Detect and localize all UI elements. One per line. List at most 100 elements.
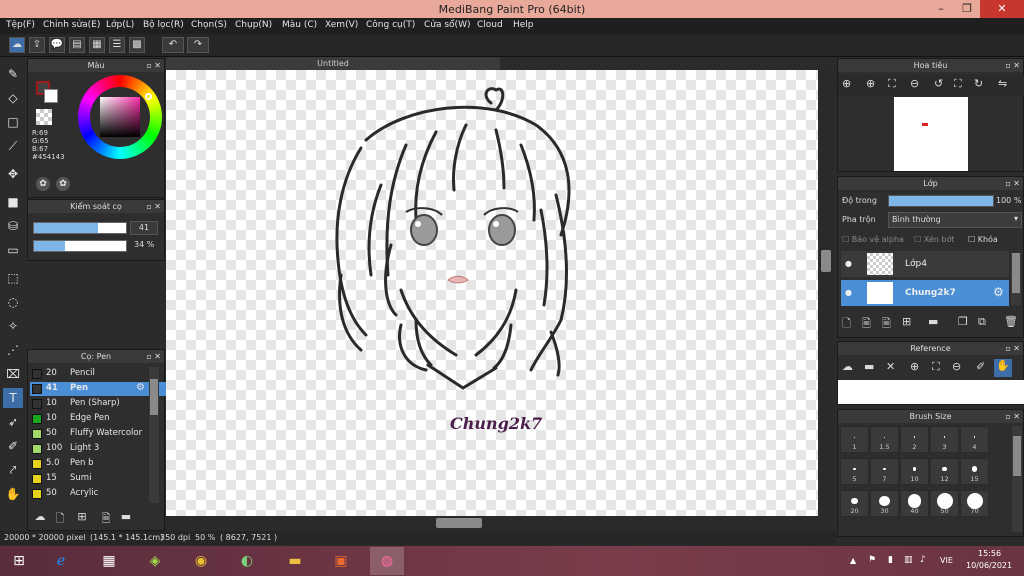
blend-mode-select[interactable]: Bình thường ▾ bbox=[888, 212, 1022, 228]
duplicate-layer-icon[interactable]: ❐ bbox=[958, 315, 968, 328]
tray-date[interactable]: 10/06/2021 bbox=[966, 561, 1012, 570]
windows-start-icon[interactable]: ⊞ bbox=[4, 549, 34, 573]
canvas-vertical-scroll-thumb[interactable] bbox=[821, 250, 831, 272]
file-explorer-icon[interactable]: ▬ bbox=[280, 549, 310, 573]
stack-app-icon[interactable]: ◈ bbox=[140, 549, 170, 573]
document-icon[interactable]: ▦ bbox=[89, 37, 105, 53]
powerpoint-icon[interactable]: ▣ bbox=[326, 549, 356, 573]
new-layer-icon[interactable]: 🗋 bbox=[842, 315, 851, 334]
operation-tool-icon[interactable]: ➶ bbox=[3, 412, 23, 432]
zoom-out-icon[interactable]: ⊖ bbox=[952, 360, 961, 373]
folder-icon[interactable]: ▬ bbox=[928, 315, 938, 328]
close-button[interactable]: ✕ bbox=[980, 0, 1024, 18]
visibility-icon[interactable]: ● bbox=[845, 259, 852, 268]
new-halftone-layer-icon[interactable]: 🗎 bbox=[862, 315, 871, 334]
brush-size-cell[interactable]: 20 bbox=[840, 490, 869, 517]
bucket-tool-icon[interactable]: ⛁ bbox=[3, 216, 23, 236]
magic-wand-icon[interactable]: ✧ bbox=[3, 316, 23, 336]
menu-file[interactable]: Tệp(F) bbox=[6, 20, 35, 30]
rectangle-tool-icon[interactable]: □ bbox=[3, 112, 23, 132]
tray-time[interactable]: 15:56 bbox=[978, 549, 1001, 558]
tray-flag-icon[interactable]: ⚑ bbox=[868, 555, 876, 565]
menu-layer[interactable]: Lớp(L) bbox=[106, 20, 134, 30]
medibang-taskbar-icon[interactable]: ◍ bbox=[370, 547, 404, 575]
protect-alpha-option[interactable]: ☐ Bảo vệ alpha bbox=[842, 235, 904, 244]
comment-icon[interactable]: 💬 bbox=[49, 37, 65, 53]
brush-size-cell[interactable]: 10 bbox=[900, 458, 929, 485]
text-tool-icon[interactable]: T bbox=[3, 388, 23, 408]
eraser-tool-icon[interactable]: ◇ bbox=[3, 88, 23, 108]
rotate-right-icon[interactable]: ↻ bbox=[974, 77, 983, 90]
menu-select[interactable]: Chọn(S) bbox=[191, 20, 227, 30]
brush-size-value[interactable]: 41 bbox=[130, 221, 158, 235]
brush-size-cell[interactable]: 30 bbox=[870, 490, 899, 517]
menu-help[interactable]: Help bbox=[513, 20, 534, 30]
grid-icon[interactable]: ▩ bbox=[129, 37, 145, 53]
share-icon[interactable]: ▤ bbox=[69, 37, 85, 53]
brush-size-cell[interactable]: 1 bbox=[840, 426, 869, 453]
brush-size-cell[interactable]: 12 bbox=[930, 458, 959, 485]
internet-explorer-icon[interactable]: ℯ bbox=[46, 549, 76, 573]
brush-folder-icon[interactable]: ▬ bbox=[118, 510, 134, 526]
list-icon[interactable]: ☰ bbox=[109, 37, 125, 53]
brush-size-cell[interactable]: 50 bbox=[930, 490, 959, 517]
canvas-area[interactable]: Chung2k7 bbox=[166, 70, 818, 516]
zoom-out-icon[interactable]: ⊖ bbox=[910, 77, 919, 90]
brush-list-scroll-thumb[interactable] bbox=[150, 379, 158, 415]
fit-icon[interactable]: ⛶ bbox=[932, 360, 940, 374]
panel-menu-icon[interactable]: ▫ ✕ bbox=[146, 59, 161, 72]
visibility-icon[interactable]: ● bbox=[845, 288, 852, 297]
layer-opacity-slider[interactable] bbox=[888, 195, 994, 207]
layer-row[interactable]: ● Chung2k7 ⚙ bbox=[841, 280, 1009, 306]
app-grid-icon[interactable]: ▦ bbox=[94, 549, 124, 573]
brush-size-cell[interactable]: 3 bbox=[930, 426, 959, 453]
brush-size-cell[interactable]: 2 bbox=[900, 426, 929, 453]
open-folder-icon[interactable]: ▬ bbox=[864, 360, 874, 373]
zoom-in-icon[interactable]: ⊕ bbox=[910, 360, 919, 373]
menu-cloud[interactable]: Cloud bbox=[477, 20, 503, 30]
select-eraser-icon[interactable]: ⌧ bbox=[3, 364, 23, 384]
background-color-swatch[interactable] bbox=[44, 89, 58, 103]
brush-size-cell[interactable]: 40 bbox=[900, 490, 929, 517]
layer-row[interactable]: ● Lớp4 bbox=[841, 251, 1009, 277]
redo-icon[interactable]: ↷ bbox=[187, 37, 209, 53]
fill-rect-tool-icon[interactable]: ■ bbox=[3, 192, 23, 212]
tray-battery-icon[interactable]: ▮ bbox=[888, 555, 893, 565]
brush-tool-icon[interactable]: ✎ bbox=[3, 64, 23, 84]
panel-menu-icon[interactable]: ▫ ✕ bbox=[1005, 342, 1020, 355]
menu-tools[interactable]: Công cụ(T) bbox=[366, 20, 415, 30]
menu-edit[interactable]: Chỉnh sửa(E) bbox=[43, 20, 100, 30]
brush-size-scrollbar[interactable] bbox=[1012, 426, 1022, 532]
brush-size-cell[interactable]: 70 bbox=[960, 490, 989, 517]
brush-size-cell[interactable]: 1.5 bbox=[870, 426, 899, 453]
color-history-icon[interactable]: ✿ bbox=[56, 177, 70, 191]
coccoc-icon[interactable]: ◐ bbox=[232, 549, 262, 573]
dropper-tool-icon[interactable]: ⤤ bbox=[3, 460, 23, 480]
lock-option[interactable]: ☐ Khóa bbox=[968, 235, 998, 244]
cloud-download-icon[interactable]: ☁ bbox=[842, 360, 853, 373]
trash-icon[interactable]: 🗑 bbox=[1004, 315, 1018, 328]
eyedropper-tool-icon[interactable]: ✐ bbox=[3, 436, 23, 456]
menu-capture[interactable]: Chụp(N) bbox=[235, 20, 272, 30]
brush-list-scrollbar[interactable] bbox=[149, 367, 159, 503]
flip-icon[interactable]: ⇋ bbox=[998, 77, 1007, 90]
reference-image-area[interactable] bbox=[838, 380, 1024, 404]
canvas-vertical-scrollbar[interactable] bbox=[818, 70, 834, 516]
navigator-preview[interactable] bbox=[894, 97, 968, 171]
layers-scroll-thumb[interactable] bbox=[1012, 253, 1020, 293]
menu-view[interactable]: Xem(V) bbox=[325, 20, 358, 30]
gradient-tool-icon[interactable]: ▭ bbox=[3, 240, 23, 260]
panel-menu-icon[interactable]: ▫ ✕ bbox=[1005, 177, 1020, 190]
fit-icon[interactable]: ⛶ bbox=[888, 77, 896, 91]
upload-icon[interactable]: ⇪ bbox=[29, 37, 45, 53]
layers-scrollbar[interactable] bbox=[1011, 253, 1021, 305]
select-rect-icon[interactable]: ⬚ bbox=[3, 268, 23, 288]
gear-icon[interactable]: ⚙ bbox=[136, 382, 145, 393]
panel-menu-icon[interactable]: ▫ ✕ bbox=[146, 200, 161, 213]
hand-icon[interactable]: ✋ bbox=[994, 359, 1012, 377]
transparent-color-swatch[interactable] bbox=[36, 109, 52, 125]
brush-size-cell[interactable]: 5 bbox=[840, 458, 869, 485]
brush-size-slider[interactable] bbox=[33, 222, 127, 234]
hue-wheel[interactable] bbox=[78, 75, 162, 159]
menu-window[interactable]: Cửa sổ(W) bbox=[424, 20, 470, 30]
